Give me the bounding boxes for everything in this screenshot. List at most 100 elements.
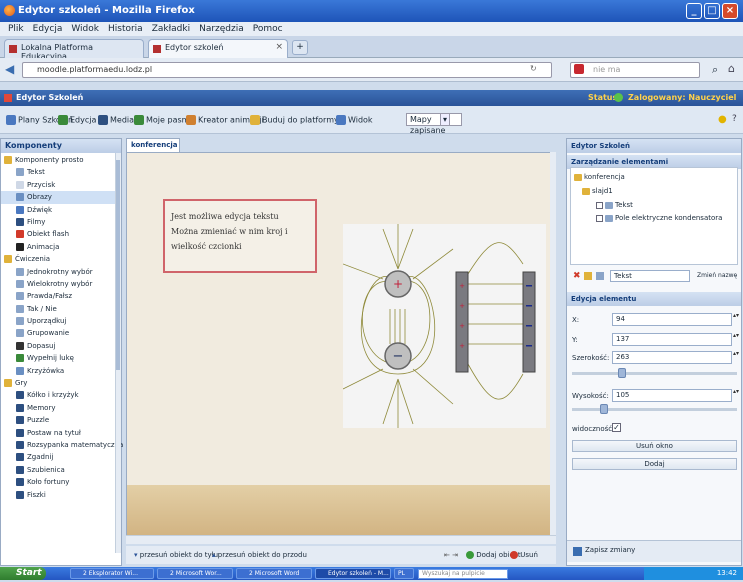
component-item[interactable]: Wypełnij lukę: [1, 352, 121, 364]
tab-platform[interactable]: Lokalna Platforma Edukacyjna: [4, 39, 144, 61]
height-slider-thumb[interactable]: [600, 404, 608, 414]
task-firefox[interactable]: Edytor szkoleń - M...: [315, 568, 391, 579]
x-spinner[interactable]: ▴▾: [733, 313, 739, 326]
component-item[interactable]: Rozsypanka matematyczna: [1, 439, 123, 451]
visible-checkbox[interactable]: ✓: [612, 423, 621, 432]
map-select[interactable]: Mapy zapisane: [406, 113, 462, 135]
menu-item[interactable]: Plik: [8, 24, 24, 34]
component-item[interactable]: Uporządkuj: [1, 315, 121, 327]
remove-window-button[interactable]: Usuń okno: [572, 440, 737, 452]
element-node[interactable]: Tekst: [596, 201, 633, 209]
page-icon[interactable]: [596, 272, 604, 280]
chevron-down-icon[interactable]: ▾: [440, 113, 450, 126]
slide-node[interactable]: slajd1: [582, 187, 613, 195]
component-item[interactable]: Obrazy: [1, 191, 121, 204]
maximize-button[interactable]: □: [704, 3, 720, 19]
width-slider-thumb[interactable]: [618, 368, 626, 378]
close-tab-icon[interactable]: ×: [275, 42, 283, 52]
x-input[interactable]: 94: [612, 313, 732, 326]
component-item[interactable]: Prawda/Fałsz: [1, 290, 121, 302]
height-input[interactable]: 105: [612, 389, 732, 402]
height-slider[interactable]: [572, 408, 737, 411]
component-item[interactable]: Koło fortuny: [1, 476, 121, 488]
back-icon[interactable]: ◀: [5, 62, 14, 76]
task-word-2[interactable]: 2 Microsoft Word: [236, 568, 312, 579]
width-input[interactable]: 263: [612, 351, 732, 364]
rename-button[interactable]: Zmień nazwę: [697, 272, 737, 279]
slide-node[interactable]: konferencja: [574, 173, 625, 181]
component-item[interactable]: Fiszki: [1, 489, 121, 501]
component-item[interactable]: Postaw na tytuł: [1, 427, 121, 439]
component-item[interactable]: Dopasuj: [1, 340, 121, 352]
y-input[interactable]: 137: [612, 333, 732, 346]
menu-item[interactable]: Widok: [71, 24, 99, 34]
add-button[interactable]: Dodaj: [572, 458, 737, 470]
tree-group[interactable]: Ćwiczenia: [1, 253, 121, 265]
folder-icon[interactable]: [584, 272, 592, 280]
width-spinner[interactable]: ▴▾: [733, 351, 739, 364]
menu-item[interactable]: Zakładki: [152, 24, 190, 34]
component-item[interactable]: Przycisk: [1, 179, 121, 191]
desktop-search-input[interactable]: Wyszukaj na pulpicie: [418, 569, 508, 579]
component-item[interactable]: Animacja: [1, 241, 121, 253]
component-item[interactable]: Krzyżówka: [1, 365, 121, 377]
send-backward-button[interactable]: ▾ przesuń obiekt do tyłu: [134, 546, 218, 564]
height-spinner[interactable]: ▴▾: [733, 389, 739, 402]
search-input[interactable]: nie ma: [570, 62, 700, 78]
menu-item[interactable]: Edycja: [33, 24, 63, 34]
bring-forward-button[interactable]: ▴ przesuń obiekt do przodu: [212, 546, 307, 564]
task-language[interactable]: PL: [394, 568, 414, 579]
task-word-1[interactable]: 2 Microsoft Wor...: [157, 568, 233, 579]
slide-tab[interactable]: konferencja: [126, 138, 180, 152]
search-icon[interactable]: ⌕: [712, 63, 718, 77]
component-item[interactable]: Tekst: [1, 166, 121, 178]
start-button[interactable]: Start: [0, 567, 46, 580]
menu-item[interactable]: Historia: [108, 24, 143, 34]
component-item[interactable]: Obiekt flash: [1, 228, 121, 240]
toolbar-button[interactable]: Media: [98, 115, 134, 125]
url-bar[interactable]: moodle.platformaedu.lodz.pl: [22, 62, 552, 78]
home-icon[interactable]: ⌂: [728, 62, 735, 75]
tree-group[interactable]: Komponenty prosto: [1, 154, 121, 166]
component-item[interactable]: Grupowanie: [1, 327, 121, 339]
reload-icon[interactable]: ↻: [530, 64, 537, 73]
toolbar-button[interactable]: Widok: [336, 115, 373, 125]
new-tab-button[interactable]: +: [292, 40, 308, 55]
search-engine-icon[interactable]: [574, 64, 584, 74]
close-window-button[interactable]: ×: [722, 3, 738, 19]
menu-item[interactable]: Narzędzia: [199, 24, 244, 34]
toolbar-button[interactable]: Buduj do platformy: [250, 115, 339, 125]
task-explorer[interactable]: 2 Eksplorator Wi...: [70, 568, 154, 579]
help-icon[interactable]: ?: [732, 114, 737, 124]
component-item[interactable]: Dźwięk: [1, 204, 121, 216]
canvas-vertical-scrollbar[interactable]: [550, 152, 556, 544]
element-visible-checkbox[interactable]: [596, 214, 603, 222]
component-item[interactable]: Jednokrotny wybór: [1, 266, 121, 278]
component-item[interactable]: Tak / Nie: [1, 303, 121, 315]
element-visible-checkbox[interactable]: [596, 201, 603, 209]
component-item[interactable]: Puzzle: [1, 414, 121, 426]
canvas-horizontal-scrollbar[interactable]: [126, 535, 556, 544]
component-item[interactable]: Szubienica: [1, 464, 121, 476]
left-scrollbar-thumb[interactable]: [116, 160, 120, 370]
lightbulb-icon[interactable]: ●: [718, 114, 727, 125]
tab-editor[interactable]: Edytor szkoleń ×: [148, 39, 288, 58]
save-button[interactable]: Zapisz zmiany: [585, 546, 635, 554]
menu-item[interactable]: Pomoc: [253, 24, 283, 34]
width-slider[interactable]: [572, 372, 737, 375]
slide-nav-arrows[interactable]: ⇤ ⇥: [444, 546, 458, 564]
component-item[interactable]: Memory: [1, 402, 121, 414]
minimize-button[interactable]: _: [686, 3, 702, 19]
component-item[interactable]: Kółko i krzyżyk: [1, 389, 121, 401]
text-element[interactable]: Jest możliwa edycja tekstu Można zmienia…: [163, 199, 317, 273]
component-item[interactable]: Zgadnij: [1, 451, 121, 463]
delete-element-icon[interactable]: ✖: [573, 272, 581, 281]
component-item[interactable]: Filmy: [1, 216, 121, 228]
capacitor-field-image[interactable]: + − + + + +: [342, 224, 546, 428]
y-spinner[interactable]: ▴▾: [733, 333, 739, 346]
toolbar-button[interactable]: Edycja: [58, 115, 96, 125]
element-node[interactable]: Pole elektryczne kondensatora: [596, 214, 722, 222]
element-name-input[interactable]: Tekst: [610, 270, 690, 282]
component-item[interactable]: Wielokrotny wybór: [1, 278, 121, 290]
tree-group[interactable]: Gry: [1, 377, 121, 389]
